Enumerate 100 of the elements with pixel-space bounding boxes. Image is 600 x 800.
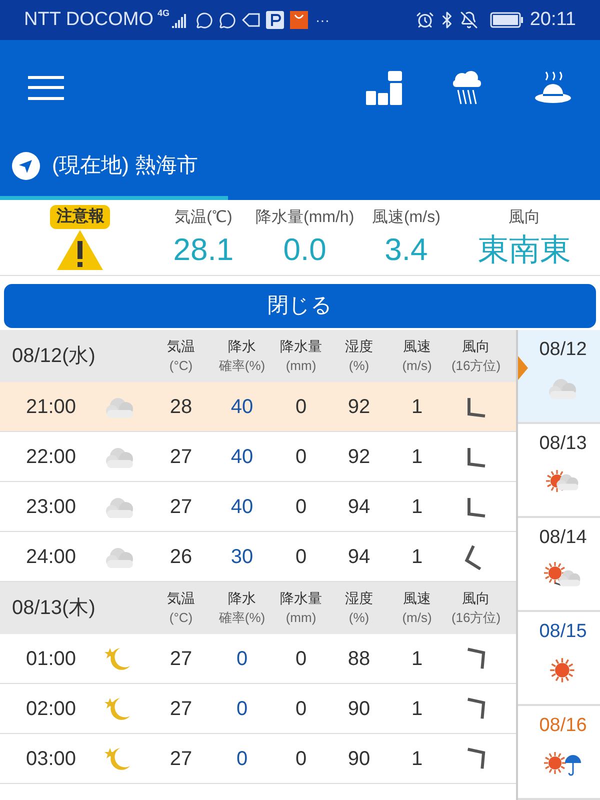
temperature-cell-text: 28 [168,394,194,420]
column-unit: (mm) [286,609,316,627]
column-unit: (°C) [169,609,193,627]
hour-time: 21:00 [24,394,78,420]
blocks-icon[interactable] [366,70,402,104]
column-heading: 風向 [462,337,490,356]
wind-speed-cell-text: 1 [410,494,424,520]
chat-icon [218,12,236,28]
temperature-cell-text: 27 [168,646,194,672]
alarm-icon [416,11,434,29]
hour-time: 24:00 [24,544,78,570]
wind-speed-cell-text: 1 [410,646,424,672]
clock-time: 20:11 [530,8,576,32]
precip-amount-cell-text: 0 [294,494,308,520]
precip-probability-cell-text: 0 [235,746,249,772]
precip-amount-cell-text: 0 [294,444,308,470]
day-tab[interactable]: 08/12 [518,330,600,424]
column-unit: (°C) [169,357,193,375]
temperature-cell-text: 27 [168,696,194,722]
precip-amount-cell-text: 0 [294,696,308,722]
column-unit: (mm) [286,357,316,375]
column-unit: (m/s) [402,609,432,627]
hour-row[interactable]: 21:00 28 40 0 92 1 [0,382,516,432]
column-heading: 降水量 [280,337,322,356]
precip-amount-cell-text: 0 [294,544,308,570]
precip-probability-cell-text: 0 [235,646,249,672]
column-heading: 風速 [403,589,431,608]
column-heading: 湿度 [345,337,373,356]
close-button[interactable]: 閉じる [4,284,596,328]
hour-time: 23:00 [24,494,78,520]
wind-speed-cell-text: 1 [410,746,424,772]
humidity-cell-text: 94 [346,544,372,570]
network-type: 4G [157,7,170,20]
hour-time: 03:00 [24,746,78,772]
humidity-cell-text: 92 [346,394,372,420]
condition-label: 降水量(mm/h) [256,208,354,228]
humidity-cell-text: 88 [346,646,372,672]
humidity-cell-text: 94 [346,494,372,520]
column-heading: 気温 [167,589,195,608]
humidity-cell-text: 90 [346,696,372,722]
condition-value: 28.1 [173,230,234,268]
condition-label: 風速(m/s) [372,208,440,228]
temperature-cell-text: 27 [168,494,194,520]
hour-time: 01:00 [24,646,78,672]
column-unit: (m/s) [402,357,432,375]
carrier-name: NTT DOCOMO [24,8,154,32]
p-app-icon [266,11,284,29]
precip-amount-cell-text: 0 [294,394,308,420]
column-unit: (16方位) [451,609,501,627]
precip-probability-cell-text: 0 [235,696,249,722]
column-unit: 確率(%) [218,609,266,627]
column-heading: 湿度 [345,589,373,608]
precip-probability-cell-text: 40 [230,394,254,420]
day-tab-date: 08/12 [538,338,587,362]
temperature-cell-text: 27 [168,444,194,470]
humidity-cell-text: 90 [346,746,372,772]
column-heading: 風向 [462,589,490,608]
column-heading: 降水量 [280,589,322,608]
location-name: (現在地) 熱海市 [52,152,198,179]
condition-label: 気温(℃) [174,208,232,228]
more-notifications: ··· [316,10,330,30]
day-date: 08/13(木) [11,596,96,621]
menu-button[interactable] [28,76,64,100]
day-tab-date: 08/15 [538,620,587,644]
wind-speed-cell-text: 1 [410,696,424,722]
condition-value: 0.0 [283,230,326,268]
messenger-icon [196,12,212,28]
column-heading: 降水 [228,337,256,356]
precip-amount-cell-text: 0 [294,646,308,672]
column-heading: 気温 [167,337,195,356]
temperature-cell-text: 26 [168,544,194,570]
mute-icon [460,11,478,29]
condition-label: 風向 [508,208,540,228]
wind-speed-cell-text: 1 [410,444,424,470]
condition-value: 東南東 [478,230,571,268]
wind-speed-cell-text: 1 [410,544,424,570]
precip-amount-cell-text: 0 [294,746,308,772]
column-unit: 確率(%) [218,357,266,375]
column-heading: 風速 [403,337,431,356]
warning-badge: 注意報 [50,204,110,228]
tag-icon [242,13,260,27]
temperature-cell-text: 27 [168,746,194,772]
condition-value: 3.4 [384,230,428,268]
day-tab-date: 08/13 [538,432,587,456]
column-unit: (%) [348,609,370,627]
column-unit: (16方位) [451,357,501,375]
precip-probability-cell-text: 40 [230,494,254,520]
hour-time: 02:00 [24,696,78,722]
battery-icon [490,12,524,28]
humidity-cell-text: 92 [346,444,372,470]
day-tab-date: 08/16 [538,714,587,738]
wind-speed-cell-text: 1 [410,394,424,420]
hour-time: 22:00 [24,444,78,470]
day-date: 08/12(水) [11,344,96,369]
selection-pointer-icon [518,356,528,380]
precip-probability-cell-text: 30 [230,544,254,570]
day-tab-date: 08/14 [538,526,587,550]
column-heading: 降水 [228,589,256,608]
hot-spring-hat-icon[interactable] [534,70,572,106]
signal-icon [172,12,188,28]
